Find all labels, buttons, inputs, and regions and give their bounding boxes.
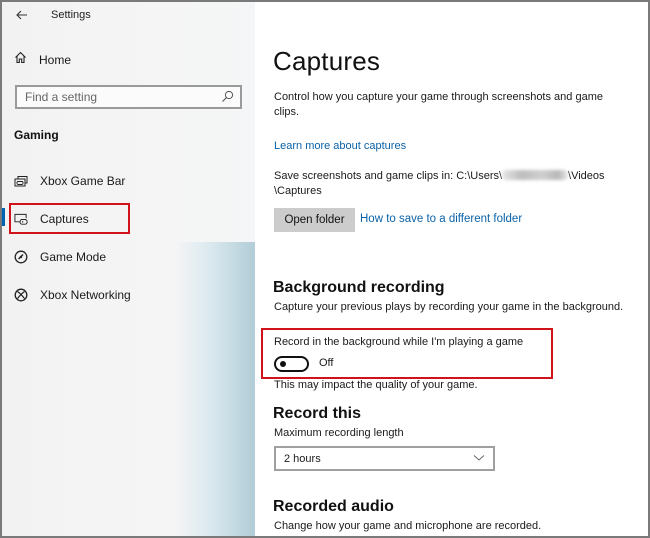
captures-highlight-box: [9, 203, 130, 234]
save-location-text: Save screenshots and game clips in: C:\U…: [274, 169, 644, 199]
recorded-audio-heading: Recorded audio: [273, 498, 394, 515]
save-location-prefix: Save screenshots and game clips in: C:\U…: [274, 170, 503, 182]
record-this-heading: Record this: [273, 405, 362, 422]
record-in-background-label: Record in the background while I'm playi…: [274, 336, 524, 348]
max-recording-length-label: Maximum recording length: [274, 427, 404, 439]
toggle-knob: [280, 361, 286, 367]
back-arrow-icon: [16, 7, 28, 25]
search-box: [15, 85, 242, 109]
game-mode-icon: [14, 250, 28, 264]
sidebar-item-xbox-game-bar[interactable]: Xbox Game Bar: [14, 170, 125, 192]
settings-window: Settings Home Gaming Xbox Game Bar: [0, 0, 650, 538]
toggle-state-text: Off: [319, 357, 334, 369]
home-icon: [14, 51, 27, 69]
redacted-username: [502, 170, 569, 180]
chevron-down-icon: [473, 453, 485, 465]
dropdown-value: 2 hours: [284, 452, 321, 465]
nav-label: Xbox Networking: [40, 288, 131, 302]
app-title: Settings: [51, 9, 91, 21]
sidebar-item-game-mode[interactable]: Game Mode: [14, 246, 106, 268]
nav-label: Xbox Game Bar: [40, 174, 126, 188]
sidebar-item-xbox-networking[interactable]: Xbox Networking: [14, 284, 131, 306]
section-heading-gaming: Gaming: [14, 128, 59, 142]
xbox-game-bar-icon: [14, 174, 28, 188]
background-recording-description: Capture your previous plays by recording…: [274, 301, 624, 313]
search-input[interactable]: [25, 90, 215, 104]
selected-indicator: [2, 208, 5, 226]
main-content: Captures Control how you capture your ga…: [255, 2, 648, 536]
open-folder-button[interactable]: Open folder: [274, 208, 355, 232]
recorded-audio-description: Change how your game and microphone are …: [274, 520, 542, 532]
xbox-icon: [14, 288, 28, 302]
sidebar: Settings Home Gaming Xbox Game Bar: [2, 2, 255, 536]
max-recording-length-dropdown[interactable]: 2 hours: [274, 446, 495, 471]
how-to-save-link[interactable]: How to save to a different folder: [360, 213, 522, 225]
learn-more-link[interactable]: Learn more about captures: [274, 139, 406, 154]
background-recording-heading: Background recording: [273, 279, 445, 296]
page-description: Control how you capture your game throug…: [274, 91, 603, 118]
record-in-background-toggle[interactable]: [274, 356, 309, 372]
search-icon[interactable]: [221, 90, 234, 108]
sidebar-item-home[interactable]: Home: [14, 50, 71, 70]
page-title: Captures: [273, 46, 381, 76]
back-button[interactable]: [12, 6, 32, 26]
home-label: Home: [39, 53, 72, 67]
nav-label: Game Mode: [40, 250, 107, 264]
impact-note: This may impact the quality of your game…: [274, 379, 478, 391]
title-bar: Settings: [2, 2, 255, 30]
